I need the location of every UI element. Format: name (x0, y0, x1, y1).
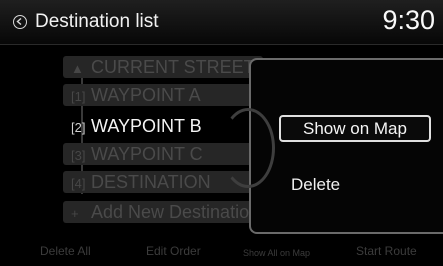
dial-knob-icon (221, 108, 275, 188)
page-title: Destination list (35, 11, 159, 32)
list-item-label: Add New Destination (91, 202, 260, 222)
back-icon[interactable] (13, 15, 27, 29)
show-on-map-button[interactable]: Show on Map (279, 115, 431, 142)
delete-all-button[interactable]: Delete All (40, 243, 91, 259)
plus-icon: + (71, 206, 79, 221)
list-item-waypoint-a[interactable]: [1] WAYPOINT A (63, 84, 263, 106)
list-item-label: CURRENT STREET (91, 57, 255, 77)
current-location-icon: ▲ (71, 61, 84, 76)
list-item-label: WAYPOINT A (91, 85, 201, 105)
waypoint-1-icon: [1] (71, 89, 86, 104)
list-item-label: WAYPOINT B (91, 116, 202, 136)
show-all-on-map-button[interactable]: Show All on Map (243, 245, 310, 261)
waypoint-4-icon: [4] (71, 176, 86, 191)
navigation-screen: Destination list 9:30 ▲ CURRENT STREET [1… (0, 0, 443, 266)
waypoint-3-icon: [3] (71, 148, 86, 163)
add-new-destination-button[interactable]: + Add New Destination (63, 201, 263, 223)
edit-order-button[interactable]: Edit Order (146, 243, 201, 259)
list-item-current-street[interactable]: ▲ CURRENT STREET (63, 56, 263, 78)
header-bar: Destination list 9:30 (0, 0, 443, 45)
start-route-button[interactable]: Start Route (356, 243, 417, 259)
waypoint-2-icon: [2] (71, 120, 86, 135)
list-item-label: WAYPOINT C (91, 144, 203, 164)
clock: 9:30 (382, 5, 435, 35)
context-menu-panel: Show on Map Delete (221, 58, 443, 234)
list-item-label: DESTINATION (91, 172, 211, 192)
delete-button[interactable]: Delete (291, 174, 340, 196)
bottom-bar: Delete All Edit Order Show All on Map St… (0, 236, 443, 266)
